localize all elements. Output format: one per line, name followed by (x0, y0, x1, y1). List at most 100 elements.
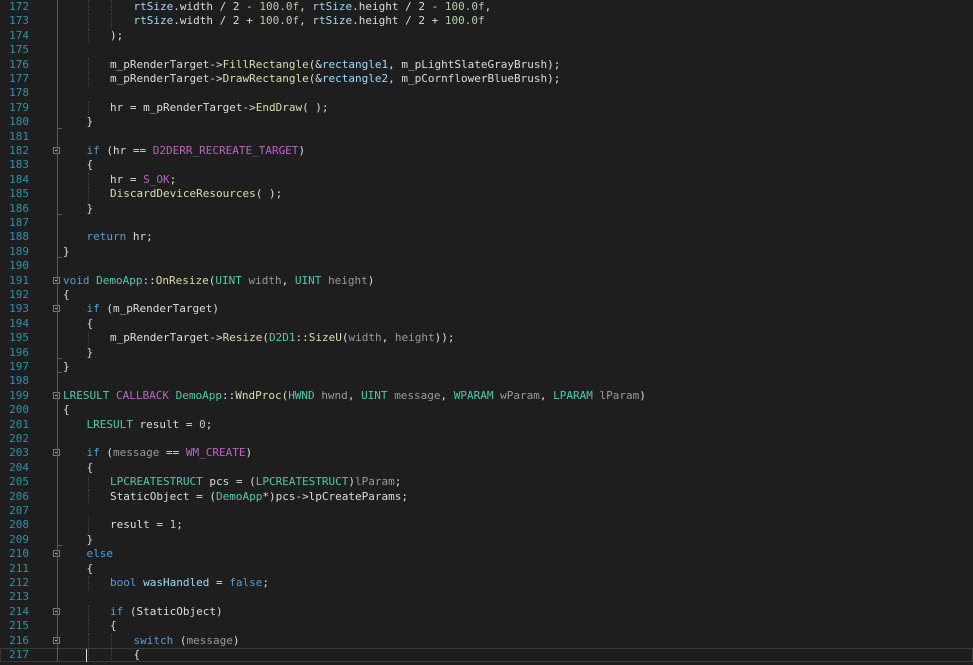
code-line[interactable]: 195 m_pRenderTarget->Resize(D2D1::SizeU(w… (0, 331, 973, 346)
code-line[interactable]: 187 (0, 216, 973, 230)
code-line[interactable]: 213 (0, 590, 973, 604)
indent-guide (87, 518, 89, 533)
code-text: return hr; (87, 230, 153, 244)
code-token: m_pRenderTarget-> (110, 331, 223, 345)
code-token: rtSize (312, 0, 353, 13)
code-token: width / 2 + (179, 14, 260, 28)
code-token: = (209, 576, 230, 589)
code-line[interactable]: 204 { (0, 461, 973, 475)
code-token: rtSize (312, 14, 353, 28)
code-line[interactable]: 186} (0, 202, 973, 216)
line-number: 210 (9, 547, 29, 561)
code-line[interactable]: 208 result = 1; (0, 518, 973, 533)
code-token: ; (176, 518, 183, 532)
code-text: if (hr == D2DERR_RECREATE_TARGET) (87, 144, 306, 158)
code-line[interactable]: 207 (0, 504, 973, 518)
indent-guide (111, 633, 112, 648)
line-number: 197 (9, 360, 29, 373)
code-line[interactable]: 215 { (0, 619, 973, 634)
code-line[interactable]: 211 { (0, 562, 973, 576)
code-line[interactable]: 174); (0, 28, 973, 44)
line-number: 194 (9, 316, 29, 330)
code-token: )); (434, 331, 455, 345)
code-line[interactable]: 192 { (0, 288, 973, 302)
code-text: m_pRenderTarget->DrawRectangle(&rectangl… (110, 72, 560, 86)
code-line[interactable]: 201 LRESULT result = 0; (0, 418, 973, 432)
code-text: { (87, 317, 94, 331)
code-line[interactable]: 183 { (0, 158, 973, 172)
code-token: lParam (355, 475, 395, 489)
code-token: D2D1 (268, 331, 296, 345)
code-token: ) (639, 388, 646, 402)
code-token: 100.0f (259, 14, 300, 28)
code-line[interactable]: 185 DiscardDeviceResources( ); (0, 187, 973, 202)
code-line[interactable]: 184 hr = S_OK; (0, 172, 973, 188)
code-line[interactable]: 189} (0, 245, 973, 259)
code-editor[interactable]: 172 rtSize.width / 2 - 100.0f, rtSize.hei… (0, 0, 973, 665)
code-line[interactable]: 205 LPCREATESTRUCT pcs = (LPCREATESTRUCT)… (0, 475, 973, 490)
code-line[interactable]: 214 if (StaticObject) (0, 604, 973, 620)
code-text: LRESULT CALLBACK DemoApp::WndProc(HWND h… (63, 389, 646, 403)
code-text: rtSize.width / 2 + 100.0f, rtSize.height… (134, 14, 485, 28)
code-line[interactable]: 203 if (message == WM_CREATE) (0, 446, 973, 460)
code-line[interactable]: 209} (0, 533, 973, 547)
code-line[interactable]: 172 rtSize.width / 2 - 100.0f, rtSize.hei… (0, 0, 973, 15)
code-token: if (110, 604, 124, 618)
code-token: hr = m_pRenderTarget-> (110, 100, 256, 114)
code-token: 0 (199, 417, 206, 431)
code-line[interactable]: 181 (0, 130, 973, 144)
line-number: 179 (9, 100, 29, 114)
code-line[interactable]: 188 return hr; (0, 230, 973, 244)
line-number: 192 (9, 288, 29, 301)
code-line[interactable]: 180} (0, 115, 973, 129)
code-text: } (87, 202, 94, 216)
code-line[interactable]: 193 if (m_pRenderTarget) (0, 302, 973, 316)
code-token: message (113, 446, 160, 460)
code-token: ) (367, 273, 375, 287)
code-line[interactable]: 175 (0, 43, 973, 57)
code-token: ; (262, 576, 269, 589)
code-line[interactable]: 190 (0, 259, 973, 273)
code-line[interactable]: 182 if (hr == D2DERR_RECREATE_TARGET) (0, 144, 973, 158)
code-line[interactable]: 210 else (0, 547, 973, 561)
code-token: SizeU (308, 331, 342, 345)
code-line[interactable]: 179 hr = m_pRenderTarget->EndDraw( ); (0, 100, 973, 116)
code-token: { (86, 316, 94, 330)
code-line[interactable]: 196} (0, 346, 973, 360)
outlining-block-end (57, 257, 62, 259)
code-token: hr = (110, 172, 144, 186)
code-line[interactable]: 216 switch (message) (0, 633, 973, 648)
code-token: ( ); (302, 100, 329, 114)
code-text: { (87, 158, 94, 172)
indent-guide (87, 28, 89, 44)
indent-guide (87, 100, 89, 116)
code-line[interactable]: 176 m_pRenderTarget->FillRectangle(&recta… (0, 57, 973, 72)
code-token: ; (169, 172, 177, 186)
indent-guide (87, 619, 89, 634)
code-line[interactable]: 206 StaticObject = (DemoApp*)pcs->lpCreat… (0, 489, 973, 504)
code-token: } (86, 532, 94, 546)
code-line[interactable]: 200 { (0, 403, 973, 417)
code-line[interactable]: 198 (0, 374, 973, 388)
code-line[interactable]: 199 LRESULT CALLBACK DemoApp::WndProc(HWN… (0, 389, 973, 403)
code-line[interactable]: 202 (0, 432, 973, 446)
code-line[interactable]: 173 rtSize.width / 2 + 100.0f, rtSize.hei… (0, 14, 973, 29)
code-text: if (m_pRenderTarget) (87, 302, 219, 316)
code-token: width (348, 331, 382, 345)
code-token: UINT (294, 273, 322, 287)
code-line[interactable]: 194 { (0, 317, 973, 331)
code-line[interactable]: 217 { (0, 648, 973, 663)
code-token: :: (221, 388, 236, 402)
code-line[interactable]: 197} (0, 360, 973, 374)
code-token: result = (110, 518, 170, 532)
code-token: == (159, 446, 186, 460)
code-line[interactable]: 178 (0, 86, 973, 100)
code-token: (& (308, 57, 322, 71)
code-line[interactable]: 177 m_pRenderTarget->DrawRectangle(&recta… (0, 72, 973, 87)
code-token: switch (133, 633, 174, 647)
code-line[interactable]: 191 void DemoApp::OnResize(UINT width, UI… (0, 274, 973, 288)
line-number: 177 (9, 72, 29, 85)
code-text: StaticObject = (DemoApp*)pcs->lpCreatePa… (110, 490, 408, 504)
code-line[interactable]: 212 bool wasHandled = false; (0, 576, 973, 591)
